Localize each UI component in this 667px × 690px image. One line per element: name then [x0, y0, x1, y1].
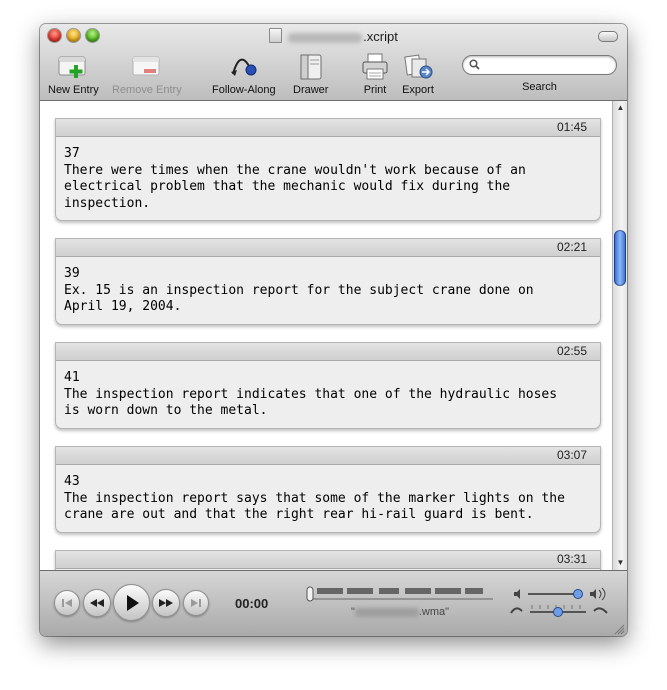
- new-entry-label: New Entry: [48, 84, 99, 96]
- volume-low-icon: [514, 589, 520, 599]
- skip-end-icon: [191, 599, 201, 607]
- export-button[interactable]: Export: [401, 52, 435, 96]
- resize-grip-icon[interactable]: [614, 624, 625, 635]
- volume-high-icon: [590, 589, 596, 599]
- drawer-icon: [294, 52, 328, 82]
- entry-timestamp: 01:45: [56, 119, 600, 137]
- transcript-window: .xcript New Entry Remove Entry Follow-Al…: [40, 24, 627, 636]
- transcript-entry[interactable]: 02:55 41 The inspection report indicates…: [55, 342, 601, 429]
- entry-text[interactable]: 39 Ex. 15 is an inspection report for th…: [56, 257, 600, 324]
- toolbar: .xcript New Entry Remove Entry Follow-Al…: [40, 24, 627, 101]
- entry-number: 43: [64, 474, 80, 489]
- scrubber-handle: [306, 586, 314, 602]
- follow-along-label: Follow-Along: [212, 84, 276, 96]
- follow-along-button[interactable]: Follow-Along: [212, 52, 276, 96]
- play-icon: [126, 594, 139, 611]
- entry-number: 41: [64, 370, 80, 385]
- scroll-thumb[interactable]: [614, 230, 626, 286]
- toolbar-toggle-button[interactable]: [598, 31, 618, 42]
- entry-timestamp: 03:31: [56, 551, 600, 569]
- export-icon: [401, 52, 435, 82]
- drawer-label: Drawer: [293, 84, 329, 96]
- skip-start-icon: [62, 599, 72, 607]
- filename-close-quote: ": [445, 606, 450, 618]
- blurred-filename: [288, 32, 363, 43]
- fast-forward-button[interactable]: [152, 589, 180, 617]
- entry-content: The inspection report says that some of …: [64, 490, 565, 523]
- search-field[interactable]: [462, 55, 617, 75]
- entry-number: 37: [64, 146, 80, 161]
- entry-timestamp: 03:07: [56, 447, 600, 465]
- elapsed-time: 00:00: [235, 596, 269, 611]
- entry-content: The inspection report indicates that one…: [64, 386, 558, 419]
- print-label: Print: [363, 84, 387, 96]
- scroll-down-arrow-icon[interactable]: ▼: [613, 557, 627, 569]
- remove-entry-button[interactable]: Remove Entry: [112, 52, 182, 96]
- speed-slider-knob: [553, 607, 563, 617]
- search-input[interactable]: [483, 57, 612, 73]
- fast-forward-icon: [159, 599, 173, 607]
- entry-number: 39: [64, 266, 80, 281]
- audio-scrubber[interactable]: [305, 586, 495, 602]
- scroll-up-arrow-icon[interactable]: ▲: [613, 102, 627, 114]
- transcript-entry[interactable]: 03:31: [55, 550, 601, 570]
- rewind-button[interactable]: [83, 589, 111, 617]
- drawer-button[interactable]: Drawer: [293, 52, 328, 96]
- volume-control[interactable]: [512, 587, 610, 601]
- window-title: .xcript: [40, 28, 627, 44]
- transcript-entry[interactable]: 02:21 39 Ex. 15 is an inspection report …: [55, 238, 601, 325]
- search-label: Search: [522, 81, 557, 93]
- remove-entry-label: Remove Entry: [112, 84, 182, 96]
- entry-text[interactable]: 41 The inspection report indicates that …: [56, 361, 600, 428]
- transcript-list[interactable]: 01:45 37 There were times when the crane…: [40, 101, 612, 570]
- print-button[interactable]: Print: [358, 52, 392, 96]
- play-button[interactable]: [113, 584, 150, 621]
- skip-to-end-button[interactable]: [183, 590, 209, 616]
- blurred-media-name: [354, 607, 419, 617]
- export-label: Export: [402, 84, 434, 96]
- media-filename: " .wma": [305, 606, 495, 618]
- player-bar: 00:00 " .wma": [40, 570, 627, 636]
- rewind-icon: [90, 599, 104, 607]
- fast-speed-icon: [593, 607, 608, 614]
- new-entry-button[interactable]: New Entry: [48, 52, 99, 96]
- transcript-entry[interactable]: 03:07 43 The inspection report says that…: [55, 446, 601, 533]
- search-area: Search: [462, 55, 617, 93]
- search-icon: [469, 59, 480, 70]
- window-title-suffix: .xcript: [363, 29, 398, 44]
- entry-timestamp: 02:55: [56, 343, 600, 361]
- entry-text[interactable]: 37 There were times when the crane would…: [56, 137, 600, 220]
- speed-control[interactable]: [510, 603, 610, 617]
- entry-text[interactable]: 43 The inspection report says that some …: [56, 465, 600, 532]
- transcript-entry[interactable]: 01:45 37 There were times when the crane…: [55, 118, 601, 221]
- document-icon: [269, 28, 283, 43]
- entry-timestamp: 02:21: [56, 239, 600, 257]
- vertical-scrollbar[interactable]: ▲ ▼: [612, 101, 627, 570]
- printer-icon: [358, 52, 392, 82]
- entry-content: There were times when the crane wouldn't…: [64, 162, 526, 211]
- skip-to-start-button[interactable]: [54, 590, 80, 616]
- volume-slider-knob: [573, 589, 583, 599]
- new-entry-icon: [56, 52, 90, 82]
- media-file-suffix: .wma: [418, 606, 446, 618]
- slow-speed-icon: [510, 607, 523, 614]
- follow-along-icon: [227, 52, 261, 82]
- entry-content: Ex. 15 is an inspection report for the s…: [64, 282, 534, 315]
- waveform-marks: [317, 588, 483, 594]
- remove-entry-icon: [130, 52, 164, 82]
